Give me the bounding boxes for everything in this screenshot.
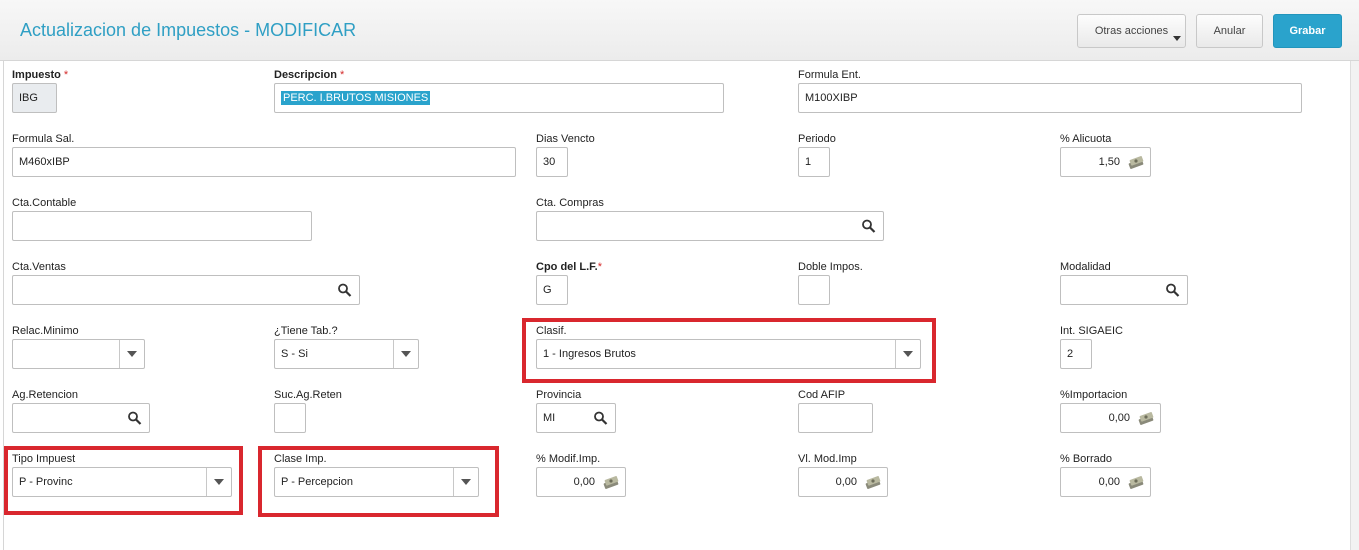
money-icon[interactable] — [1138, 411, 1154, 425]
vertical-scrollbar[interactable] — [1350, 61, 1359, 550]
tiene-tab-label: ¿Tiene Tab.? — [274, 325, 338, 337]
ag-retencion-label: Ag.Retencion — [12, 389, 79, 401]
search-icon[interactable] — [337, 283, 353, 297]
page-title: Actualizacion de Impuestos - MODIFICAR — [20, 20, 357, 40]
money-icon[interactable] — [865, 475, 881, 489]
provincia-label: Provincia — [536, 389, 582, 401]
cta-contable-field[interactable] — [12, 211, 312, 241]
importacion-label: %Importacion — [1060, 389, 1128, 401]
modif-imp-label: % Modif.Imp. — [536, 453, 601, 465]
ag-retencion-field[interactable] — [12, 403, 150, 433]
save-button[interactable]: Grabar — [1273, 14, 1342, 48]
cpo-lf-field[interactable]: G — [536, 275, 568, 305]
periodo-field[interactable]: 1 — [798, 147, 830, 177]
alicuota-label: % Alicuota — [1060, 133, 1112, 145]
provincia-field[interactable]: MI — [536, 403, 616, 433]
int-sigaeic-field[interactable]: 2 — [1060, 339, 1092, 369]
modalidad-label: Modalidad — [1060, 261, 1111, 273]
clasif-highlight-box — [522, 318, 936, 383]
dias-vencto-label: Dias Vencto — [536, 133, 595, 145]
formula-sal-field[interactable]: M460xIBP — [12, 147, 516, 177]
suc-ag-reten-label: Suc.Ag.Reten — [274, 389, 342, 401]
importacion-field[interactable]: 0,00 — [1060, 403, 1161, 433]
impuesto-field[interactable]: IBG — [12, 83, 57, 113]
doble-impos-label: Doble Impos. — [798, 261, 863, 273]
page-header: Actualizacion de Impuestos - MODIFICAR O… — [0, 0, 1359, 61]
clase-imp-highlight-box — [258, 446, 499, 517]
search-icon[interactable] — [861, 219, 877, 233]
borrado-field[interactable]: 0,00 — [1060, 467, 1151, 497]
descripcion-field[interactable]: PERC. I.BRUTOS MISIONES — [274, 83, 724, 113]
cta-compras-field[interactable] — [536, 211, 884, 241]
cpo-lf-label: Cpo del L.F.* — [536, 261, 603, 273]
modif-imp-field[interactable]: 0,00 — [536, 467, 626, 497]
cancel-button[interactable]: Anular — [1196, 14, 1263, 48]
doble-impos-field[interactable] — [798, 275, 830, 305]
formula-ent-field[interactable]: M100XIBP — [798, 83, 1302, 113]
cod-afip-field[interactable] — [798, 403, 873, 433]
alicuota-field[interactable]: 1,50 — [1060, 147, 1151, 177]
dias-vencto-field[interactable]: 30 — [536, 147, 568, 177]
chevron-down-icon[interactable] — [119, 340, 144, 368]
cta-ventas-label: Cta.Ventas — [12, 261, 66, 273]
vl-mod-imp-label: Vl. Mod.Imp — [798, 453, 857, 465]
cta-contable-label: Cta.Contable — [12, 197, 77, 209]
vl-mod-imp-field[interactable]: 0,00 — [798, 467, 888, 497]
borrado-label: % Borrado — [1060, 453, 1112, 465]
money-icon[interactable] — [1128, 475, 1144, 489]
cta-compras-label: Cta. Compras — [536, 197, 604, 209]
other-actions-label: Otras acciones — [1094, 25, 1169, 37]
money-icon[interactable] — [1128, 155, 1144, 169]
descripcion-label: Descripcion * — [274, 69, 345, 81]
search-icon[interactable] — [1165, 283, 1181, 297]
search-icon[interactable] — [593, 411, 609, 425]
cod-afip-label: Cod AFIP — [798, 389, 846, 401]
caret-down-icon — [1173, 36, 1181, 41]
formula-ent-label: Formula Ent. — [798, 69, 861, 81]
suc-ag-reten-field[interactable] — [274, 403, 306, 433]
formula-sal-label: Formula Sal. — [12, 133, 75, 145]
search-icon[interactable] — [127, 411, 143, 425]
other-actions-button[interactable]: Otras acciones — [1077, 14, 1186, 48]
impuesto-label: Impuesto * — [12, 69, 69, 81]
chevron-down-icon[interactable] — [393, 340, 418, 368]
money-icon[interactable] — [603, 475, 619, 489]
tiene-tab-select[interactable]: S - Si — [274, 339, 419, 369]
modalidad-field[interactable] — [1060, 275, 1188, 305]
relac-minimo-label: Relac.Minimo — [12, 325, 79, 337]
periodo-label: Periodo — [798, 133, 836, 145]
relac-minimo-select[interactable] — [12, 339, 145, 369]
tipo-impuest-highlight-box — [4, 446, 243, 515]
cta-ventas-field[interactable] — [12, 275, 360, 305]
int-sigaeic-label: Int. SIGAEIC — [1060, 325, 1123, 337]
